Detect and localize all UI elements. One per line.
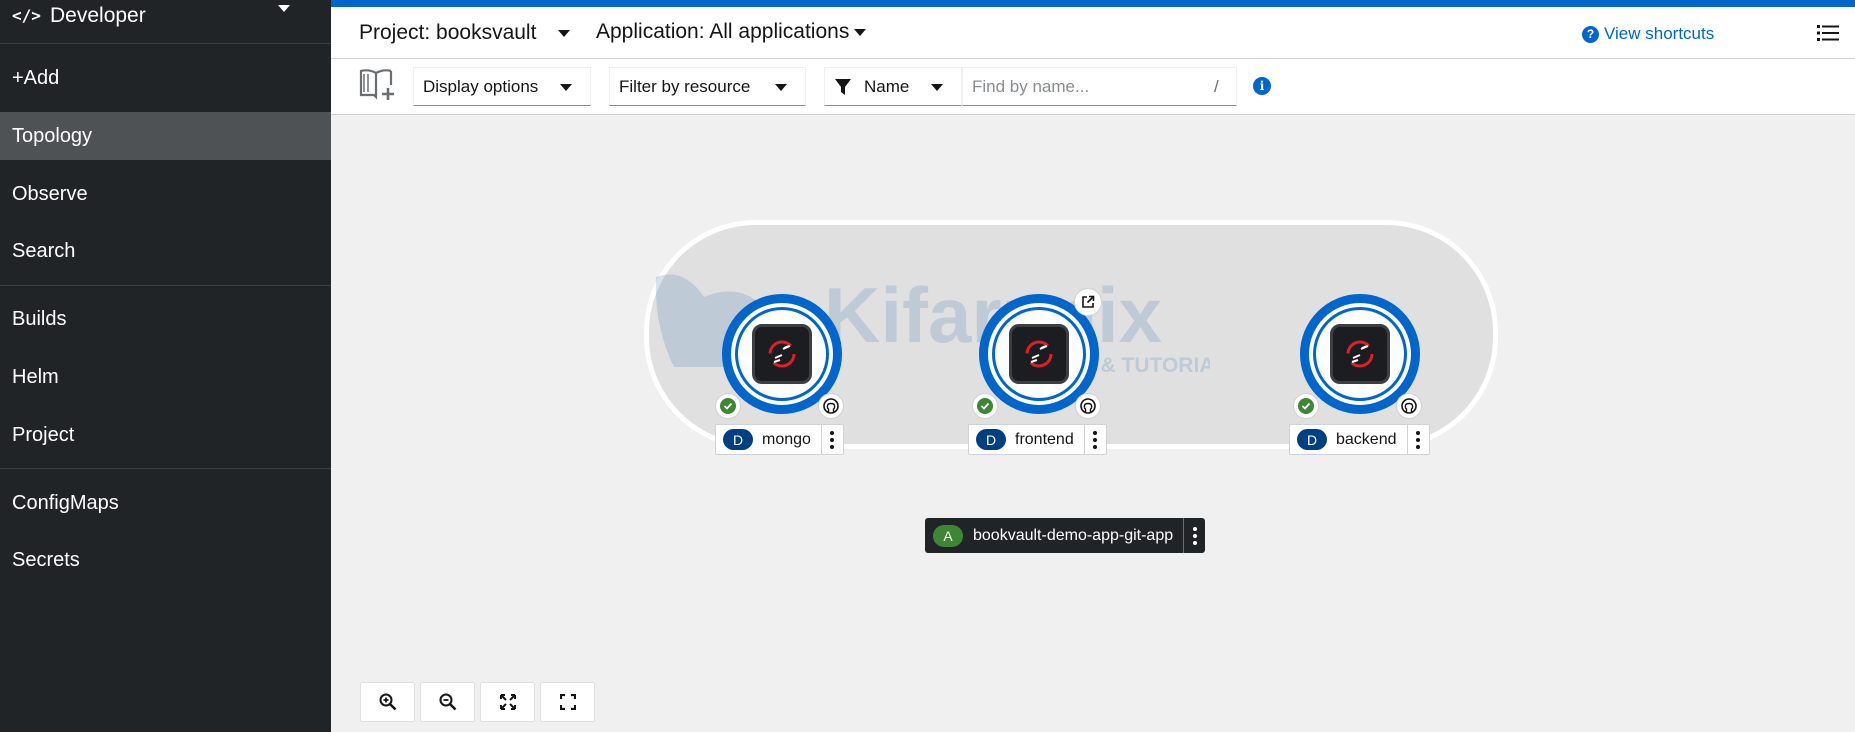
status-ok-badge[interactable] <box>1293 393 1319 419</box>
github-icon <box>1401 398 1417 414</box>
deployment-badge: D <box>1297 429 1327 450</box>
code-icon: </> <box>12 6 41 25</box>
check-circle-icon <box>977 398 993 414</box>
node-label-mongo[interactable]: D mongo <box>715 424 844 455</box>
nav-label: Builds <box>12 307 67 330</box>
fit-to-screen-button[interactable] <box>480 682 535 722</box>
openshift-icon <box>1330 324 1390 384</box>
chevron-down-icon <box>278 5 290 12</box>
nav-item-secrets[interactable]: Secrets <box>0 536 331 584</box>
sidebar: </> Developer +Add Topology Observe Sear… <box>0 0 331 732</box>
project-selector[interactable]: Project: booksvault <box>359 21 571 45</box>
nav-divider <box>0 468 331 469</box>
nav-label: Topology <box>12 124 93 147</box>
application-label: Application: All applications <box>596 20 850 43</box>
display-options-label: Display options <box>423 76 539 96</box>
nav-label: Secrets <box>12 548 80 571</box>
open-url-button[interactable] <box>1074 288 1102 316</box>
deployment-badge: D <box>976 429 1006 450</box>
find-by-name-input[interactable] <box>962 67 1237 106</box>
nav-item-project[interactable]: Project <box>0 411 331 459</box>
zoom-out-icon <box>439 693 456 711</box>
nav-item-configmaps[interactable]: ConfigMaps <box>0 479 331 527</box>
node-label-frontend[interactable]: D frontend <box>968 424 1107 455</box>
zoom-in-button[interactable] <box>360 682 415 722</box>
chevron-down-icon <box>931 84 943 91</box>
external-link-icon <box>1082 295 1095 308</box>
filter-type-dropdown[interactable]: Name <box>824 67 962 106</box>
git-repo-badge[interactable] <box>1396 393 1422 419</box>
nav-item-helm[interactable]: Helm <box>0 353 331 401</box>
node-label-backend[interactable]: D backend <box>1289 424 1430 455</box>
nav-item-add[interactable]: +Add <box>0 54 331 102</box>
nav-label: Observe <box>12 182 88 205</box>
list-view-icon[interactable] <box>1817 24 1839 42</box>
topology-toolbar: Display options Filter by resource Name … <box>331 59 1855 115</box>
fit-to-screen-icon <box>499 694 516 710</box>
info-circle-icon[interactable]: i <box>1253 77 1271 95</box>
application-name: bookvault-demo-app-git-app <box>973 526 1174 544</box>
application-badge: A <box>933 524 963 547</box>
node-name: frontend <box>1015 430 1074 448</box>
filter-by-resource-dropdown[interactable]: Filter by resource <box>609 67 806 106</box>
chevron-down-icon <box>560 84 572 91</box>
nav-label: Helm <box>12 365 59 388</box>
chevron-down-icon <box>558 29 571 37</box>
check-circle-icon <box>720 398 736 414</box>
nav-item-topology[interactable]: Topology <box>0 112 331 160</box>
display-options-dropdown[interactable]: Display options <box>413 67 591 106</box>
filter-icon <box>835 78 851 95</box>
kebab-menu-icon[interactable] <box>1406 425 1429 454</box>
nav-label: +Add <box>12 66 60 89</box>
kebab-menu-icon[interactable] <box>1183 518 1205 553</box>
question-circle-icon: ? <box>1582 25 1599 43</box>
nav-label: ConfigMaps <box>12 491 119 514</box>
nav-item-observe[interactable]: Observe <box>0 170 331 218</box>
chevron-down-icon <box>775 84 787 91</box>
github-icon <box>823 398 839 414</box>
zoom-out-button[interactable] <box>420 682 475 722</box>
filter-by-resource-label: Filter by resource <box>619 76 751 96</box>
github-icon <box>1080 398 1096 414</box>
quick-search-book-icon[interactable] <box>359 67 395 101</box>
git-repo-badge[interactable] <box>1075 393 1101 419</box>
status-ok-badge[interactable] <box>715 393 741 419</box>
top-accent-bar <box>331 0 1855 7</box>
reset-view-button[interactable] <box>540 682 595 722</box>
deployment-badge: D <box>723 429 753 450</box>
git-repo-badge[interactable] <box>818 393 844 419</box>
kebab-menu-icon[interactable] <box>1083 425 1106 454</box>
view-shortcuts-label: View shortcuts <box>1604 24 1715 43</box>
node-name: mongo <box>762 430 811 448</box>
reset-view-icon <box>559 694 576 710</box>
check-circle-icon <box>1298 398 1314 414</box>
topology-header: Project: booksvault Application: All app… <box>331 7 1855 59</box>
topology-canvas[interactable]: Kifarunix *NIX TIPS & TUTORIALS D mongo <box>331 115 1855 732</box>
project-label: Project: booksvault <box>359 21 537 44</box>
nav-label: Project <box>12 423 75 446</box>
nav-item-builds[interactable]: Builds <box>0 295 331 343</box>
application-selector[interactable]: Application: All applications <box>596 20 867 44</box>
node-name: backend <box>1336 430 1397 448</box>
chevron-down-icon <box>854 28 867 36</box>
filter-type-label: Name <box>864 76 910 96</box>
perspective-label: Developer <box>50 3 146 27</box>
kebab-menu-icon[interactable] <box>820 425 843 454</box>
nav-item-search[interactable]: Search <box>0 227 331 275</box>
status-ok-badge[interactable] <box>972 393 998 419</box>
view-shortcuts-link[interactable]: ? View shortcuts <box>1582 24 1714 44</box>
nav-label: Search <box>12 239 76 262</box>
application-group-label[interactable]: A bookvault-demo-app-git-app <box>925 518 1206 553</box>
nav-divider <box>0 285 331 286</box>
openshift-icon <box>1009 324 1069 384</box>
search-shortcut-hint: / <box>1214 77 1219 96</box>
zoom-in-icon <box>379 693 396 711</box>
perspective-switcher[interactable]: </> Developer <box>0 0 331 44</box>
openshift-icon <box>752 324 812 384</box>
